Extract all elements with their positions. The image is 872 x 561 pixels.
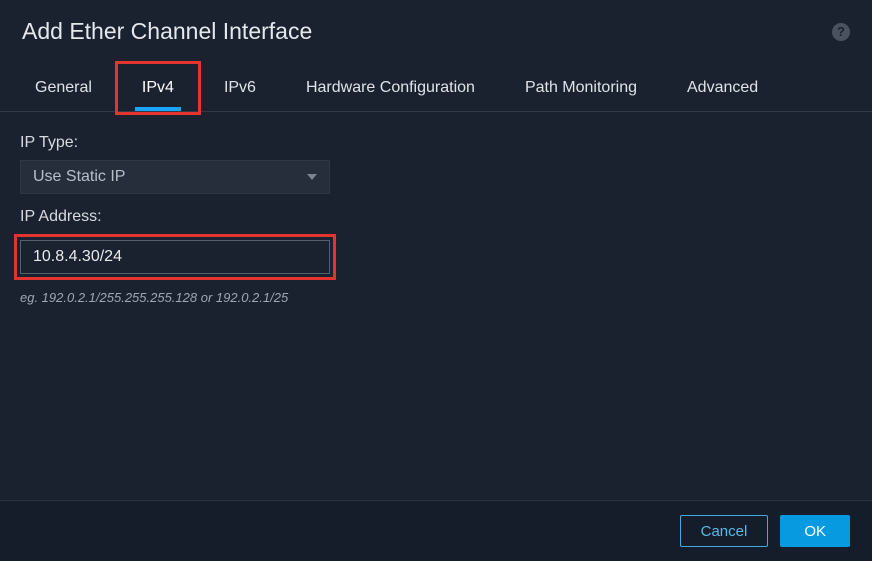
tab-hardware-configuration[interactable]: Hardware Configuration — [281, 65, 500, 111]
tab-label: Hardware Configuration — [306, 79, 475, 96]
help-icon[interactable]: ? — [832, 23, 850, 41]
dialog-title: Add Ether Channel Interface — [22, 18, 312, 45]
cancel-button[interactable]: Cancel — [680, 515, 769, 547]
tab-advanced[interactable]: Advanced — [662, 65, 783, 111]
ip-address-helper: eg. 192.0.2.1/255.255.255.128 or 192.0.2… — [20, 290, 852, 305]
tab-ipv6[interactable]: IPv6 — [199, 65, 281, 111]
tab-label: Advanced — [687, 79, 758, 96]
ip-type-select-value: Use Static IP — [33, 168, 307, 186]
ip-address-label: IP Address: — [20, 208, 852, 226]
ip-type-label: IP Type: — [20, 134, 852, 152]
ok-button[interactable]: OK — [780, 515, 850, 547]
ip-type-select[interactable]: Use Static IP — [20, 160, 330, 194]
chevron-down-icon — [307, 174, 317, 180]
tab-path-monitoring[interactable]: Path Monitoring — [500, 65, 662, 111]
highlight-box — [14, 234, 336, 280]
tab-general[interactable]: General — [10, 65, 117, 111]
tab-ipv4[interactable]: IPv4 — [117, 65, 199, 111]
tab-label: General — [35, 79, 92, 96]
tab-label: IPv4 — [142, 79, 174, 96]
tab-bar: General IPv4 IPv6 Hardware Configuration… — [0, 65, 872, 112]
dialog-footer: Cancel OK — [0, 500, 872, 561]
form-body: IP Type: Use Static IP IP Address: eg. 1… — [0, 112, 872, 327]
ip-address-input[interactable] — [20, 240, 330, 274]
button-label: OK — [804, 523, 826, 540]
tab-label: IPv6 — [224, 79, 256, 96]
tab-label: Path Monitoring — [525, 79, 637, 96]
button-label: Cancel — [701, 523, 748, 540]
dialog-header: Add Ether Channel Interface ? — [0, 0, 872, 65]
